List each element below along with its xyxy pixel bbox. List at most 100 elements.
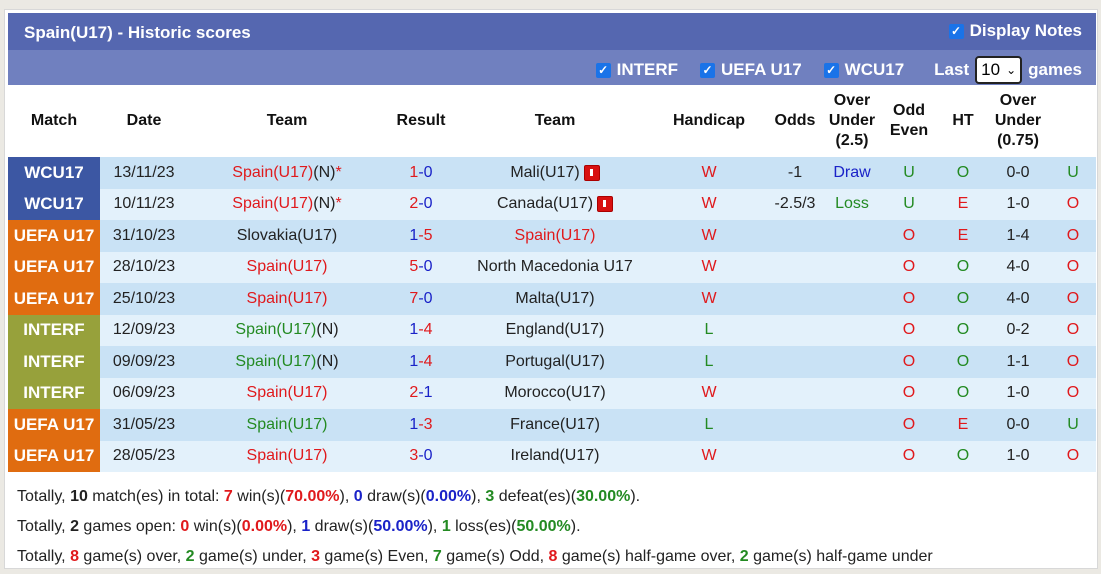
home-team-link[interactable]: Spain(U17) (247, 290, 328, 307)
match-type[interactable]: UEFA U17 (8, 283, 100, 315)
games-label: games (1028, 60, 1082, 79)
home-team-link[interactable]: Spain(U17) (232, 195, 313, 212)
home-team-link[interactable]: Spain(U17) (247, 416, 328, 433)
match-date: 10/11/23 (100, 188, 188, 220)
filter-uefa-u17-checkbox[interactable]: ✓ (700, 62, 716, 78)
match-type[interactable]: INTERF (8, 346, 100, 378)
odds (826, 440, 878, 472)
result-score[interactable]: 1-0 (386, 157, 456, 189)
summary-text: Totally, (17, 518, 71, 535)
away-team-link[interactable]: England(U17) (506, 321, 605, 338)
column-header: Match (30, 112, 78, 129)
over-under-value: U (1067, 163, 1079, 181)
home-team-link[interactable]: Spain(U17) (247, 447, 328, 464)
match-date: 31/05/23 (100, 409, 188, 441)
neutral-venue-marker: (N) (316, 352, 339, 370)
home-team-link[interactable]: Slovakia(U17) (237, 227, 337, 244)
summary-text: game(s) under, (194, 548, 312, 565)
away-team-link[interactable]: Morocco(U17) (504, 384, 605, 401)
summary-text: game(s) half-game under (748, 548, 933, 565)
away-team-link[interactable]: Ireland(U17) (511, 447, 600, 464)
neutral-venue-marker: (N) (313, 195, 336, 213)
away-team-link[interactable]: Spain(U17) (515, 227, 596, 244)
away-team-link[interactable]: Canada(U17) (497, 195, 593, 212)
home-team-link[interactable]: Spain(U17) (235, 353, 316, 370)
over-under-value: O (1066, 226, 1080, 244)
summary-stat: 2 (70, 518, 79, 535)
win-loss: L (654, 409, 764, 441)
away-score: 4 (423, 321, 433, 339)
result-score[interactable]: 1-4 (386, 346, 456, 378)
result-score[interactable]: 1-4 (386, 314, 456, 346)
away-team: Morocco(U17) (456, 377, 654, 409)
odds (826, 314, 878, 346)
win-loss: W (654, 440, 764, 472)
home-team-link[interactable]: Spain(U17) (232, 164, 313, 181)
over-under-value: O (902, 352, 916, 370)
chevron-down-icon: ⌄ (1006, 63, 1017, 77)
win-loss-value: L (704, 321, 714, 339)
away-team-link[interactable]: France(U17) (510, 416, 600, 433)
home-team-link[interactable]: Spain(U17) (247, 384, 328, 401)
match-type[interactable]: UEFA U17 (8, 220, 100, 252)
away-team: France(U17) (456, 409, 654, 441)
neutral-venue-marker: (N) (313, 163, 336, 181)
over-under-2-5: O (878, 220, 940, 252)
away-team-link[interactable]: Malta(U17) (515, 290, 594, 307)
match-type[interactable]: UEFA U17 (8, 251, 100, 283)
away-team-link[interactable]: Portugal(U17) (505, 353, 605, 370)
over-under-value: O (902, 384, 916, 402)
win-loss: W (654, 188, 764, 220)
result-score[interactable]: 5-0 (386, 251, 456, 283)
match-type[interactable]: INTERF (8, 377, 100, 409)
away-score: 5 (423, 226, 433, 244)
summary-stat: 50.00% (516, 518, 571, 535)
match-type[interactable]: UEFA U17 (8, 440, 100, 472)
last-games-select[interactable]: 10 ⌄ (975, 56, 1023, 84)
odds (826, 251, 878, 283)
result-score[interactable]: 1-3 (386, 409, 456, 441)
table-row: INTERF 12/09/23 Spain(U17)(N) 1-4 England(U1… (8, 314, 1096, 346)
column-header: Handicap (672, 112, 745, 129)
result-score[interactable]: 3-0 (386, 440, 456, 472)
over-under-value: O (902, 258, 916, 276)
match-type[interactable]: UEFA U17 (8, 409, 100, 441)
column-header: Date (126, 112, 162, 129)
home-team-link[interactable]: Spain(U17) (235, 321, 316, 338)
result-score[interactable]: 2-1 (386, 377, 456, 409)
match-type[interactable]: WCU17 (8, 157, 100, 189)
column-header: Over Under (0.75) (994, 92, 1042, 149)
odd-even-value: E (957, 226, 969, 244)
over-under-2-5: O (878, 251, 940, 283)
filter-interf-checkbox[interactable]: ✓ (595, 62, 611, 78)
away-team-link[interactable]: North Macedonia U17 (477, 258, 633, 275)
result-score[interactable]: 2-0 (386, 188, 456, 220)
column-header: Team (266, 112, 308, 129)
handicap (764, 346, 826, 378)
match-type[interactable]: INTERF (8, 314, 100, 346)
summary-text: game(s) Even, (319, 548, 433, 565)
over-under-value: U (903, 163, 915, 181)
match-date: 12/09/23 (100, 314, 188, 346)
half-time-score: 1-0 (986, 440, 1050, 472)
summary-stat: 0 (180, 518, 190, 535)
result-score[interactable]: 1-5 (386, 220, 456, 252)
result-score[interactable]: 7-0 (386, 283, 456, 315)
neutral-venue-marker: (N) (316, 321, 339, 339)
home-team-link[interactable]: Spain(U17) (247, 258, 328, 275)
over-under-value: O (902, 447, 916, 465)
handicap (764, 251, 826, 283)
summary-text: ). (630, 488, 641, 505)
filter-wcu17-checkbox[interactable]: ✓ (823, 62, 839, 78)
table-row: INTERF 06/09/23 Spain(U17) 2-1 Morocco(U17) W… (8, 377, 1096, 409)
match-type[interactable]: WCU17 (8, 188, 100, 220)
summary-text: Totally, (17, 548, 71, 565)
summary-text: draw(s)( (310, 518, 374, 535)
table-row: WCU17 13/11/23 Spain(U17)(N)* 1-0 Mali(U17) W… (8, 157, 1096, 189)
handicap (764, 283, 826, 315)
home-score: 5 (409, 258, 419, 276)
checkbox-checked-icon[interactable]: ✓ (948, 23, 964, 39)
column-header: Team (534, 112, 576, 129)
away-team-link[interactable]: Mali(U17) (510, 164, 579, 181)
display-notes-toggle[interactable]: ✓ Display Notes (948, 21, 1082, 41)
